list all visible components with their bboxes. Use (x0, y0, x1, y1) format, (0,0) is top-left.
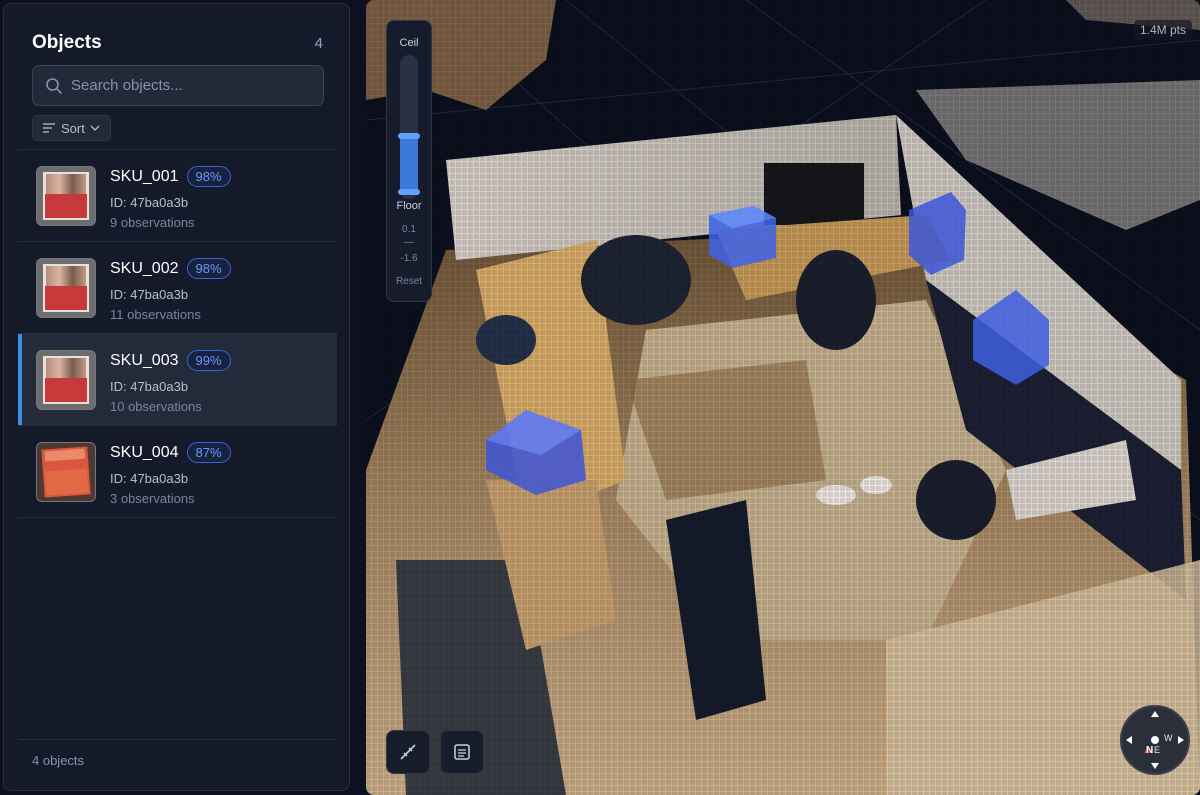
list-item[interactable]: SKU_004 87% ID: 47ba0a3b 3 observations (18, 426, 337, 518)
object-list: SKU_001 98% ID: 47ba0a3b 9 observations … (18, 150, 337, 518)
height-filter-panel: Ceil Floor 0.1 — -1.6 Reset (386, 20, 432, 302)
point-cloud-scene[interactable] (366, 0, 1200, 795)
confidence-badge: 87% (186, 442, 231, 463)
observation-count: 11 observations (110, 307, 201, 322)
object-name: SKU_001 (110, 167, 179, 185)
search-input[interactable] (71, 77, 311, 94)
sort-label: Sort (61, 120, 85, 136)
point-cloud-viewer[interactable]: 1.4M pts Ceil Floor 0.1 — -1.6 Reset N E… (366, 0, 1200, 795)
search-box[interactable] (32, 65, 324, 106)
object-thumbnail (36, 258, 96, 318)
object-thumbnail (36, 442, 96, 502)
object-name: SKU_004 (110, 443, 179, 461)
app-root: Objects 4 Sort (0, 0, 1200, 795)
object-id: ID: 47ba0a3b (110, 471, 189, 486)
compass-widget[interactable]: N E W (1120, 705, 1190, 775)
confidence-badge: 98% (186, 258, 231, 279)
confidence-badge: 98% (186, 166, 231, 187)
measure-icon (400, 744, 416, 760)
list-item-selected[interactable]: SKU_003 99% ID: 47ba0a3b 10 observations (18, 334, 337, 426)
floor-handle[interactable] (398, 189, 420, 195)
ceil-label: Ceil (399, 37, 419, 49)
search-icon (46, 77, 62, 94)
list-button[interactable] (440, 730, 484, 774)
object-thumbnail (36, 350, 96, 410)
object-id: ID: 47ba0a3b (110, 195, 189, 210)
reset-button[interactable]: Reset (387, 276, 431, 287)
compass-east: E (1154, 745, 1161, 755)
range-separator: — (404, 237, 414, 248)
ceil-handle[interactable] (398, 133, 420, 139)
list-item[interactable]: SKU_001 98% ID: 47ba0a3b 9 observations (18, 150, 337, 242)
sidebar-footer: 4 objects (32, 753, 85, 768)
objects-sidebar: Objects 4 Sort (3, 3, 350, 791)
object-thumbnail (36, 166, 96, 226)
observation-count: 10 observations (110, 399, 202, 414)
object-count: 4 (314, 34, 323, 52)
confidence-badge: 99% (186, 350, 231, 371)
sort-button[interactable]: Sort (32, 115, 111, 141)
object-id: ID: 47ba0a3b (110, 379, 189, 394)
measure-button[interactable] (386, 730, 430, 774)
point-count-label: 1.4M pts (1133, 20, 1192, 40)
compass-west: W (1164, 733, 1173, 743)
sidebar-header: Objects 4 (32, 32, 323, 54)
footer-divider (18, 739, 335, 740)
object-name: SKU_003 (110, 351, 179, 369)
chevron-down-icon (90, 125, 100, 131)
observation-count: 9 observations (110, 215, 195, 230)
object-id: ID: 47ba0a3b (110, 287, 189, 302)
floor-label: Floor (396, 200, 422, 212)
compass-north: N (1146, 745, 1154, 756)
ceil-value: 0.1 (402, 224, 416, 235)
floor-value: -1.6 (400, 253, 418, 264)
sort-lines-icon (43, 123, 55, 133)
sidebar-title: Objects (32, 32, 102, 53)
list-item[interactable]: SKU_002 98% ID: 47ba0a3b 11 observations (18, 242, 337, 334)
compass-icon (1126, 711, 1184, 769)
height-range-fill (400, 137, 418, 193)
object-name: SKU_002 (110, 259, 179, 277)
observation-count: 3 observations (110, 491, 195, 506)
list-icon (454, 744, 470, 760)
